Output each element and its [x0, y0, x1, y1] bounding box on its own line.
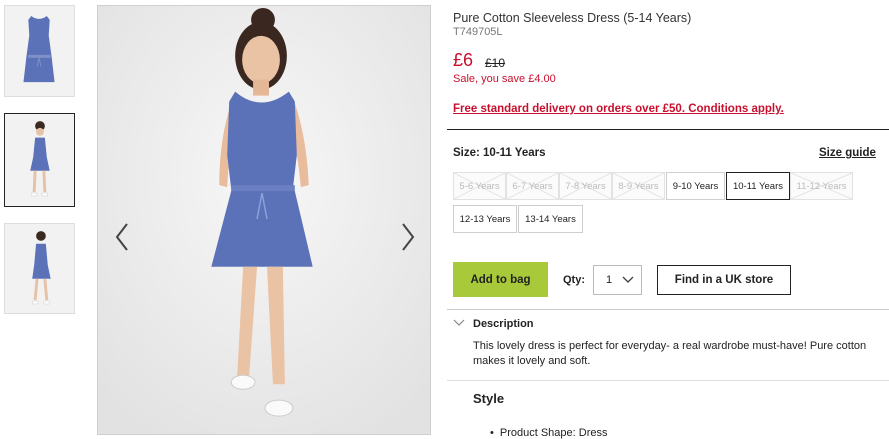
- thumbnail-dress-flat[interactable]: [4, 5, 75, 97]
- size-option-11-12[interactable]: 11-12 Years: [790, 172, 853, 200]
- divider: [447, 380, 889, 381]
- sale-savings: Sale, you save £4.00: [453, 73, 556, 85]
- main-product-image: [97, 5, 431, 435]
- size-option-13-14[interactable]: 13-14 Years: [518, 205, 583, 233]
- description-text: This lovely dress is perfect for everyda…: [473, 340, 867, 367]
- quantity-value: 1: [606, 274, 613, 286]
- size-guide-link[interactable]: Size guide: [819, 147, 876, 159]
- chevron-down-icon: [622, 276, 634, 283]
- add-to-bag-button[interactable]: Add to bag: [453, 262, 548, 297]
- quantity-label: Qty:: [563, 274, 585, 286]
- previous-image-arrow[interactable]: [112, 220, 132, 254]
- original-price: £10: [485, 56, 506, 70]
- thumbnail-model-back[interactable]: [4, 223, 75, 314]
- current-price: £6: [453, 50, 474, 70]
- size-option-8-9[interactable]: 8-9 Years: [612, 172, 665, 200]
- size-option-7-8[interactable]: 7-8 Years: [559, 172, 612, 200]
- chevron-right-icon: [402, 223, 415, 251]
- find-in-store-button[interactable]: Find in a UK store: [657, 265, 791, 295]
- size-option-5-6[interactable]: 5-6 Years: [453, 172, 506, 200]
- size-option-10-11[interactable]: 10-11 Years: [726, 172, 790, 200]
- thumbnail-model-front[interactable]: [4, 113, 75, 207]
- quantity-select[interactable]: 1: [593, 265, 642, 295]
- divider: [447, 309, 889, 310]
- product-code: T749705L: [453, 26, 503, 38]
- style-bullet-item: Product Shape: Dress: [490, 427, 608, 439]
- style-heading: Style: [473, 391, 505, 406]
- next-image-arrow[interactable]: [398, 220, 418, 254]
- size-option-9-10[interactable]: 9-10 Years: [666, 172, 725, 200]
- size-option-6-7[interactable]: 6-7 Years: [506, 172, 559, 200]
- chevron-left-icon: [115, 223, 128, 251]
- description-heading: Description: [473, 318, 534, 330]
- chevron-down-icon: [453, 319, 465, 326]
- description-toggle[interactable]: Description: [453, 318, 534, 330]
- delivery-link[interactable]: Free standard delivery on orders over £5…: [453, 103, 784, 115]
- divider: [447, 129, 889, 130]
- size-option-12-13[interactable]: 12-13 Years: [453, 205, 517, 233]
- product-title: Pure Cotton Sleeveless Dress (5-14 Years…: [453, 11, 692, 25]
- size-label: Size: 10-11 Years: [453, 147, 546, 159]
